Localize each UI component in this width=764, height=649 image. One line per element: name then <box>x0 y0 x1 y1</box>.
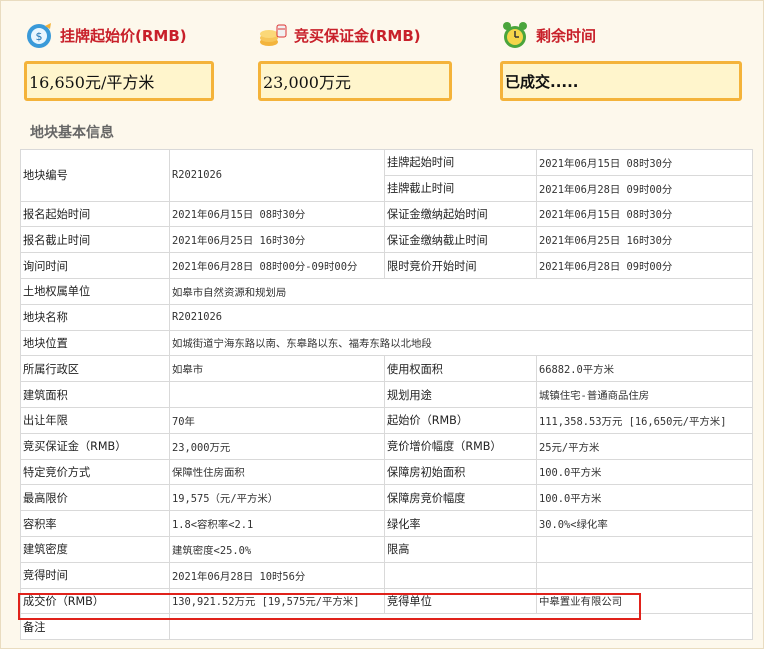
table-value: R2021026 <box>169 303 753 331</box>
table-value: 2021年06月28日 08时00分-09时00分 <box>169 252 385 279</box>
table-value <box>536 535 753 563</box>
table-value: 2021年06月15日 08时30分 <box>536 200 753 228</box>
table-value: 70年 <box>169 406 385 434</box>
table-key: 起始价（RMB） <box>384 406 537 434</box>
table-key <box>384 561 537 589</box>
deal-price-value: 130,921.52万元 [19,575元/平方米] <box>169 587 385 615</box>
table-value: R2021026 <box>169 149 385 202</box>
table-key: 报名截止时间 <box>20 226 170 254</box>
table-row: 地块位置 如城街道宁海东路以南、东皋路以东、福寿东路以北地段 <box>20 329 753 357</box>
table-key: 容积率 <box>20 510 170 537</box>
table-key: 建筑密度 <box>20 535 170 563</box>
table-key: 保证金缴纳起始时间 <box>384 200 537 228</box>
start-price-value: 16,650元/平方米 <box>24 61 214 101</box>
table-value: 如皋市自然资源和规划局 <box>169 277 753 305</box>
start-price-label: 挂牌起始价(RMB) <box>60 26 187 45</box>
table-key: 挂牌起始时间 <box>384 149 537 176</box>
table-row: 报名起始时间 2021年06月15日 08时30分 保证金缴纳起始时间 2021… <box>20 200 753 228</box>
table-key: 报名起始时间 <box>20 200 170 228</box>
table-key: 竞得单位 <box>384 587 537 615</box>
table-key: 使用权面积 <box>384 355 537 383</box>
table-value: 如皋市 <box>169 355 385 383</box>
table-row: 竞得时间 2021年06月28日 10时56分 <box>20 561 753 589</box>
table-row: 容积率 1.8<容积率<2.1 绿化率 30.0%<绿化率 <box>20 510 753 537</box>
table-value: 100.0平方米 <box>536 458 753 486</box>
table-value: 2021年06月25日 16时30分 <box>536 226 753 254</box>
table-key: 保障房初始面积 <box>384 458 537 486</box>
table-value: 2021年06月28日 09时00分 <box>536 252 753 279</box>
land-info-table: 地块编号 R2021026 挂牌起始时间 2021年06月15日 08时30分 … <box>20 149 753 641</box>
table-key: 询问时间 <box>20 252 170 279</box>
table-key: 地块位置 <box>20 329 170 357</box>
deposit-label: 竞买保证金(RMB) <box>294 26 421 45</box>
table-value: 23,000万元 <box>169 432 385 460</box>
table-key: 竞买保证金（RMB） <box>20 432 170 460</box>
table-key: 绿化率 <box>384 510 537 537</box>
table-key: 地块名称 <box>20 303 170 331</box>
table-key: 限高 <box>384 535 537 563</box>
table-row: 地块名称 R2021026 <box>20 303 753 331</box>
table-value: 2021年06月15日 08时30分 <box>536 149 753 176</box>
money-bag-icon: $ <box>27 23 51 48</box>
table-key: 保证金缴纳截止时间 <box>384 226 537 254</box>
table-value: 111,358.53万元 [16,650元/平方米] <box>536 406 753 434</box>
table-key: 土地权属单位 <box>20 277 170 305</box>
table-row: 所属行政区 如皋市 使用权面积 66882.0平方米 <box>20 355 753 383</box>
table-row: 地块编号 R2021026 挂牌起始时间 2021年06月15日 08时30分 <box>20 149 753 202</box>
section-title: 地块基本信息 <box>30 125 114 141</box>
table-value: 19,575（元/平方米） <box>169 484 385 512</box>
table-key: 竞价增价幅度（RMB） <box>384 432 537 460</box>
table-row: 建筑面积 规划用途 城镇住宅-普通商品住房 <box>20 381 753 408</box>
table-row: 土地权属单位 如皋市自然资源和规划局 <box>20 277 753 305</box>
table-row: 备注 <box>20 613 753 641</box>
start-price-panel: $ 挂牌起始价(RMB) 16,650元/平方米 <box>24 18 214 101</box>
table-value <box>169 381 385 408</box>
table-key: 挂牌截止时间 <box>384 174 537 202</box>
table-key: 出让年限 <box>20 406 170 434</box>
table-key: 地块编号 <box>20 149 170 202</box>
alarm-clock-icon <box>503 22 527 48</box>
winning-bidder-value: 中皋置业有限公司 <box>536 587 753 615</box>
table-value: 66882.0平方米 <box>536 355 753 383</box>
table-row: 出让年限 70年 起始价（RMB） 111,358.53万元 [16,650元/… <box>20 406 753 434</box>
table-value: 如城街道宁海东路以南、东皋路以东、福寿东路以北地段 <box>169 329 753 357</box>
table-key: 备注 <box>20 613 170 641</box>
table-key: 建筑面积 <box>20 381 170 408</box>
table-key: 特定竞价方式 <box>20 458 170 486</box>
table-key: 成交价（RMB） <box>20 587 170 615</box>
table-row: 询问时间 2021年06月28日 08时00分-09时00分 限时竞价开始时间 … <box>20 252 753 279</box>
table-row: 报名截止时间 2021年06月25日 16时30分 保证金缴纳截止时间 2021… <box>20 226 753 254</box>
table-row-deal: 成交价（RMB） 130,921.52万元 [19,575元/平方米] 竞得单位… <box>20 587 753 615</box>
table-value: 保障性住房面积 <box>169 458 385 486</box>
table-key: 保障房竞价幅度 <box>384 484 537 512</box>
table-value: 100.0平方米 <box>536 484 753 512</box>
deposit-panel: 竞买保证金(RMB) 23,000万元 <box>258 18 452 101</box>
table-value: 2021年06月15日 08时30分 <box>169 200 385 228</box>
table-key: 最高限价 <box>20 484 170 512</box>
table-key: 规划用途 <box>384 381 537 408</box>
table-value: 城镇住宅-普通商品住房 <box>536 381 753 408</box>
table-value <box>536 561 753 589</box>
table-value: 建筑密度<25.0% <box>169 535 385 563</box>
table-value: 2021年06月25日 16时30分 <box>169 226 385 254</box>
table-key: 竞得时间 <box>20 561 170 589</box>
svg-text:$: $ <box>36 30 43 43</box>
table-key: 限时竞价开始时间 <box>384 252 537 279</box>
coins-icon <box>260 24 287 46</box>
table-value <box>169 613 753 641</box>
table-key: 所属行政区 <box>20 355 170 383</box>
remaining-time-panel: 剩余时间 已成交..... <box>500 18 742 101</box>
remaining-time-label: 剩余时间 <box>536 26 597 45</box>
table-row: 建筑密度 建筑密度<25.0% 限高 <box>20 535 753 563</box>
table-value: 30.0%<绿化率 <box>536 510 753 537</box>
table-value: 25元/平方米 <box>536 432 753 460</box>
table-row: 最高限价 19,575（元/平方米） 保障房竞价幅度 100.0平方米 <box>20 484 753 512</box>
table-value: 1.8<容积率<2.1 <box>169 510 385 537</box>
table-row: 竞买保证金（RMB） 23,000万元 竞价增价幅度（RMB） 25元/平方米 <box>20 432 753 460</box>
table-value: 2021年06月28日 09时00分 <box>536 174 753 202</box>
deposit-value: 23,000万元 <box>258 61 452 101</box>
table-row: 特定竞价方式 保障性住房面积 保障房初始面积 100.0平方米 <box>20 458 753 486</box>
table-value: 2021年06月28日 10时56分 <box>169 561 385 589</box>
remaining-time-value: 已成交..... <box>500 61 742 101</box>
